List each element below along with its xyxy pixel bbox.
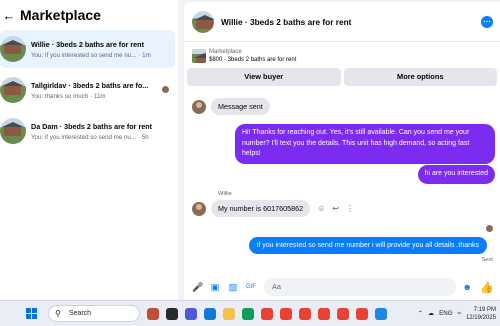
chrome-icon[interactable] — [280, 307, 292, 320]
chat-app-icon[interactable] — [185, 307, 197, 320]
clock-date: 12/19/2025 — [465, 314, 496, 321]
conversation-item-tallgirldav[interactable]: Tallgirldav · 3beds 2 baths are fo... Yo… — [0, 71, 175, 109]
chevron-up-icon[interactable]: ⌃ — [418, 310, 423, 317]
system-tray: ⌃ ☁ ENG ≈ 7:19 PM 12/19/2025 — [418, 306, 496, 322]
conversation-preview: You: thanks so much — [31, 92, 89, 100]
message-bubble: Message sent — [211, 98, 270, 115]
app-window: ← Marketplace Willie · 3beds 2 baths are… — [0, 0, 500, 326]
listing-summary[interactable]: Marketplace $800 · 3beds 2 baths are for… — [184, 45, 500, 67]
seen-avatar — [162, 86, 169, 93]
message-row: My number is 6017605862 ☺ ↩ ⋮ — [192, 200, 354, 217]
conversation-item-da-dam[interactable]: Da Dam · 3beds 2 baths are for rent You:… — [0, 112, 175, 150]
conversation-time: · 5h — [138, 133, 149, 141]
search-icon: ⚲ — [55, 309, 61, 318]
chrome-icon[interactable] — [299, 307, 311, 320]
windows-start-icon[interactable] — [26, 308, 37, 319]
more-menu-icon[interactable]: ⋯ — [481, 15, 493, 28]
message-bubble: My number is 6017605862 — [211, 200, 311, 217]
taskbar-search[interactable]: ⚲ Search — [48, 305, 140, 322]
listing-thumbnail[interactable] — [192, 10, 214, 33]
chrome-icon[interactable] — [318, 307, 330, 320]
weather-widget-icon[interactable] — [147, 307, 159, 320]
page-title: Marketplace — [20, 7, 101, 23]
message-row: Message sent — [192, 98, 270, 115]
search-label: Search — [68, 310, 92, 317]
avatar — [192, 201, 206, 216]
more-options-button[interactable]: More options — [343, 68, 497, 86]
cloud-icon[interactable]: ☁ — [428, 310, 434, 317]
clock[interactable]: 7:19 PM 12/19/2025 — [466, 306, 496, 322]
microphone-icon[interactable]: 🎤 — [192, 282, 203, 292]
listing-thumbnail — [0, 77, 26, 103]
app-icon[interactable] — [375, 307, 387, 320]
conversation-title: Willie · 3beds 2 baths are for rent — [31, 39, 144, 49]
listing-thumbnail — [192, 49, 206, 63]
conversation-title: Tallgirldav · 3beds 2 baths are fo... — [31, 80, 149, 90]
store-icon[interactable] — [242, 307, 254, 320]
sticker-icon[interactable]: ▧ — [228, 282, 238, 292]
message-status: Sent — [481, 257, 493, 263]
marketplace-header: ← Marketplace — [0, 0, 178, 30]
language-indicator[interactable]: ENG — [439, 310, 452, 317]
conversation-title: Da Dam · 3beds 2 baths are for rent — [31, 121, 153, 131]
file-explorer-icon[interactable] — [223, 307, 235, 320]
composer: 🎤 ▣ ▧ GIF Aa ☻ 👍 — [184, 274, 500, 300]
conversation-list-panel: ← Marketplace Willie · 3beds 2 baths are… — [0, 0, 178, 300]
gif-icon[interactable]: GIF — [246, 282, 256, 292]
seen-avatar — [486, 225, 493, 232]
emoji-icon[interactable]: ☻ — [462, 282, 472, 292]
message-bubble: hi are you interested — [417, 165, 495, 184]
conversation-time: · 1m — [138, 51, 151, 59]
view-buyer-button[interactable]: View buyer — [187, 68, 341, 86]
avatar — [192, 99, 206, 114]
conversation-preview: You: If you interested so send me nu... — [31, 51, 137, 59]
conversation-preview: You: if you interested so send me nu... — [31, 133, 137, 141]
message-input[interactable]: Aa — [264, 278, 457, 296]
taskbar: ⚲ Search ⌃ ☁ ENG ≈ 7:19 PM 12/19/2025 — [0, 300, 500, 326]
chrome-icon[interactable] — [261, 307, 273, 320]
chrome-icon[interactable] — [337, 307, 349, 320]
back-arrow-icon[interactable]: ← — [2, 8, 16, 23]
listing-label: Marketplace — [209, 49, 242, 55]
sender-name: Willie — [218, 191, 232, 197]
wifi-icon[interactable]: ≈ — [458, 310, 461, 317]
task-view-icon[interactable] — [166, 307, 178, 320]
more-icon[interactable]: ⋮ — [346, 204, 354, 213]
like-icon[interactable]: 👍 — [480, 281, 494, 294]
chrome-icon[interactable] — [356, 307, 368, 320]
thread-header: Willie · 3beds 2 baths are for rent ⋯ — [184, 2, 500, 42]
listing-thumbnail — [0, 118, 26, 144]
message-bubble: Hi! Thanks for reaching out. Yes, it's s… — [235, 124, 495, 164]
conversation-time: · 11m — [90, 92, 106, 100]
conversation-item-willie[interactable]: Willie · 3beds 2 baths are for rent You:… — [0, 30, 175, 68]
reply-icon[interactable]: ↩ — [332, 204, 339, 213]
react-icon[interactable]: ☺ — [317, 204, 325, 213]
listing-thumbnail — [0, 36, 26, 62]
edge-browser-icon[interactable] — [204, 307, 216, 320]
image-icon[interactable]: ▣ — [210, 282, 220, 292]
message-bubble: if you interested so send me number i wi… — [248, 237, 487, 254]
listing-info: $800 · 3beds 2 baths are for rent — [209, 57, 297, 63]
clock-time: 7:19 PM — [473, 306, 496, 313]
chat-thread-panel: Willie · 3beds 2 baths are for rent ⋯ Ma… — [184, 2, 500, 300]
thread-title[interactable]: Willie · 3beds 2 baths are for rent — [221, 17, 351, 27]
